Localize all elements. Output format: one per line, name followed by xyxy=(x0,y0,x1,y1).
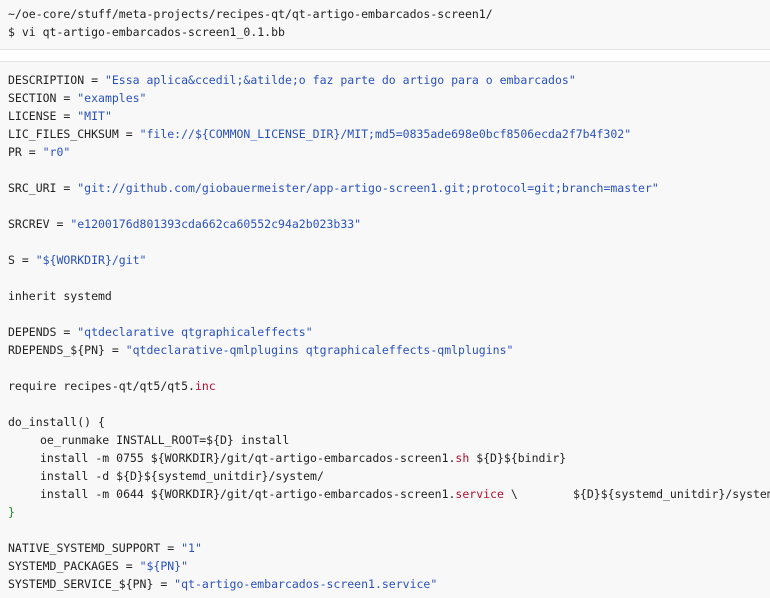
inherit-line: inherit systemd xyxy=(8,289,112,303)
install-sh-dest: ${D}${bindir} xyxy=(469,451,567,465)
recipe-code-block: DESCRIPTION = "Essa aplica&ccedil;&atild… xyxy=(0,61,770,598)
depends-line: DEPENDS = "qtdeclarative qtgraphicaleffe… xyxy=(8,323,762,341)
srcrev-key: SRCREV = xyxy=(8,217,71,231)
do-install-open-line: do_install() { xyxy=(8,415,105,429)
install-dir-line: install -d ${D}${systemd_unitdir}/system… xyxy=(40,469,324,483)
rdepends-key: RDEPENDS_${PN} = xyxy=(8,343,126,357)
pr-line: PR = "r0" xyxy=(8,143,762,161)
depends-value: "qtdeclarative qtgraphicaleffects" xyxy=(77,325,313,339)
src-uri-key: SRC_URI = xyxy=(8,181,78,195)
require-line: require recipes-qt/qt5/qt5.inc xyxy=(8,377,762,395)
description-line: DESCRIPTION = "Essa aplica&ccedil;&atild… xyxy=(8,71,762,89)
install-sh-path: install -m 0755 ${WORKDIR}/git/qt-artigo… xyxy=(40,451,456,465)
s-key: S = xyxy=(8,253,36,267)
pr-key: PR = xyxy=(8,145,43,159)
systemd-service-key: SYSTEMD_SERVICE_${PN} = xyxy=(8,577,175,591)
shell-path: ~/oe-core/stuff/meta-projects/recipes-qt… xyxy=(8,7,493,21)
description-value: "Essa aplica&ccedil;&atilde;o faz parte … xyxy=(104,73,576,87)
systemd-service-value: "qt-artigo-embarcados-screen1.service" xyxy=(174,577,438,591)
systemd-packages-key: SYSTEMD_PACKAGES = xyxy=(8,559,140,573)
rdepends-value: "qtdeclarative-qmlplugins qtgraphicaleff… xyxy=(125,343,514,357)
section-line: SECTION = "examples" xyxy=(8,89,762,107)
install-service-line: install -m 0644 ${WORKDIR}/git/qt-artigo… xyxy=(8,485,770,503)
install-sh-extension: sh xyxy=(455,451,470,465)
do-install-close-line: } xyxy=(8,505,15,519)
shell-command: $ vi qt-artigo-embarcados-screen1_0.1.bb xyxy=(8,25,285,39)
install-service-path: install -m 0644 ${WORKDIR}/git/qt-artigo… xyxy=(40,487,456,501)
license-value: "MIT" xyxy=(77,109,112,123)
systemd-packages-value: "${PN}" xyxy=(139,559,189,573)
license-key: LICENSE = xyxy=(8,109,78,123)
shell-code-block: ~/oe-core/stuff/meta-projects/recipes-qt… xyxy=(0,0,770,50)
install-service-dest: ${D}${systemd_unitdir}/system xyxy=(573,487,770,501)
s-line: S = "${WORKDIR}/git" xyxy=(8,251,762,269)
native-systemd-line: NATIVE_SYSTEMD_SUPPORT = "1" xyxy=(8,539,762,557)
native-systemd-value: "1" xyxy=(181,541,202,555)
description-key: DESCRIPTION = xyxy=(8,73,105,87)
srcrev-value: "e1200176d801393cda662ca60552c94a2b023b3… xyxy=(70,217,362,231)
install-service-continuation: \ xyxy=(503,487,518,501)
require-extension: inc xyxy=(194,379,216,393)
lic-checksum-value: "file://${COMMON_LICENSE_DIR}/MIT;md5=08… xyxy=(139,127,632,141)
src-uri-line: SRC_URI = "git://github.com/giobauermeis… xyxy=(8,179,762,197)
require-path: require recipes-qt/qt5/qt5. xyxy=(8,379,195,393)
srcrev-line: SRCREV = "e1200176d801393cda662ca60552c9… xyxy=(8,215,762,233)
native-systemd-key: NATIVE_SYSTEMD_SUPPORT = xyxy=(8,541,182,555)
systemd-packages-line: SYSTEMD_PACKAGES = "${PN}" xyxy=(8,557,762,575)
section-value: "examples" xyxy=(77,91,147,105)
license-line: LICENSE = "MIT" xyxy=(8,107,762,125)
install-runmake-line: oe_runmake INSTALL_ROOT=${D} install xyxy=(40,433,290,447)
lic-checksum-line: LIC_FILES_CHKSUM = "file://${COMMON_LICE… xyxy=(8,125,762,143)
section-key: SECTION = xyxy=(8,91,78,105)
src-uri-value: "git://github.com/giobauermeister/app-ar… xyxy=(77,181,659,195)
install-sh-line: install -m 0755 ${WORKDIR}/git/qt-artigo… xyxy=(8,449,762,467)
systemd-service-line: SYSTEMD_SERVICE_${PN} = "qt-artigo-embar… xyxy=(8,575,762,593)
s-value: "${WORKDIR}/git" xyxy=(35,253,147,267)
lic-checksum-key: LIC_FILES_CHKSUM = xyxy=(8,127,140,141)
rdepends-line: RDEPENDS_${PN} = "qtdeclarative-qmlplugi… xyxy=(8,341,762,359)
depends-key: DEPENDS = xyxy=(8,325,78,339)
install-service-extension: service xyxy=(455,487,504,501)
pr-value: "r0" xyxy=(42,145,71,159)
